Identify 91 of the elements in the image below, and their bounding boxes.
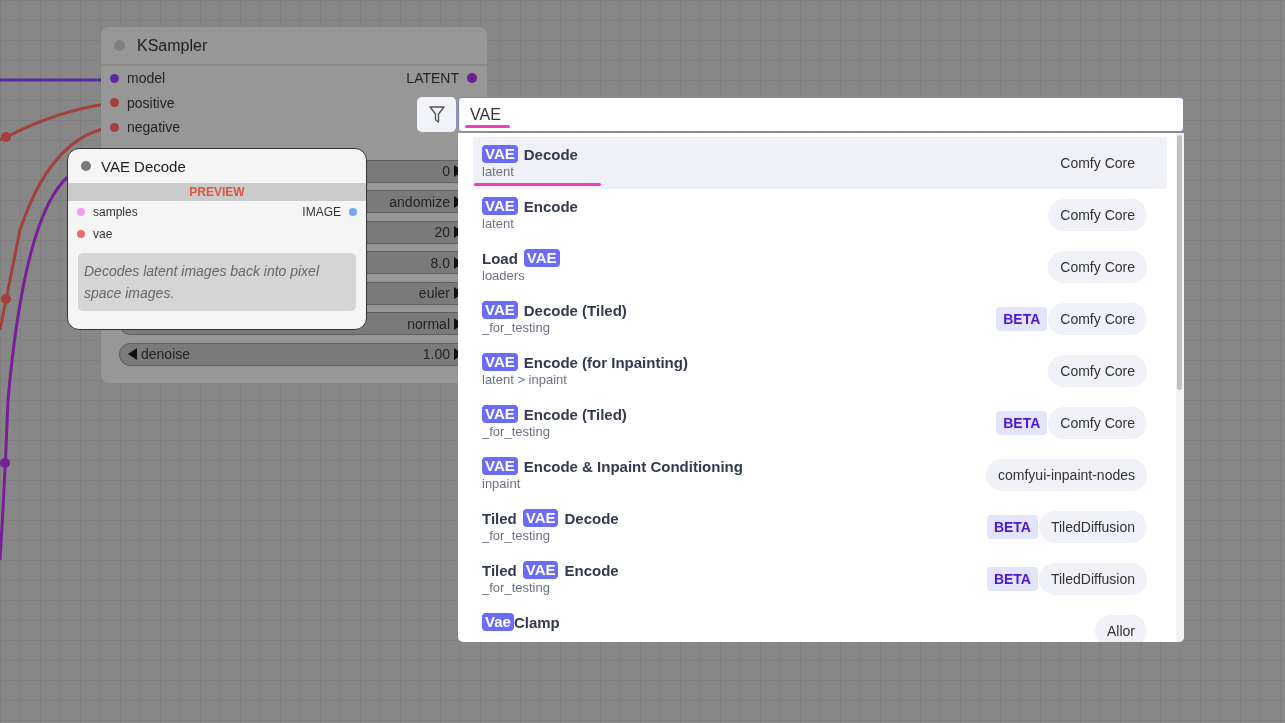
output-label: LATENT [406,70,459,87]
input-slot-dot[interactable] [110,73,119,83]
input-slot-dot[interactable] [110,98,119,108]
result-name: Decode (Tiled) [523,301,627,319]
result-category: _for_testing [482,424,551,439]
source-tag: Comfy Core [1048,199,1147,231]
result-item[interactable]: Tiled VAE Encode _for_testing BETA TiledDiffusion [473,553,1167,605]
result-item[interactable]: VAE Encode latent Comfy Core [473,189,1167,241]
result-category: _for_testing [482,528,551,543]
result-item[interactable]: Load VAE loaders Comfy Core [473,241,1167,293]
input-slot-dot[interactable] [77,230,85,238]
result-name: Encode [523,197,578,215]
result-item[interactable]: VAE Decode (Tiled) _for_testing BETA Comfy Core [473,293,1167,345]
input-label: negative [127,119,180,136]
match-highlight: VAE [482,353,518,371]
widget-value: 8.0 [430,254,450,271]
input-label: vae [93,227,113,241]
match-highlight: VAE [523,249,560,267]
preview-label: PREVIEW [189,185,245,199]
match-highlight: VAE [482,145,518,163]
result-name: Decode [523,145,578,163]
result-name: Clamp [513,613,560,631]
widget-value: euler [418,285,450,301]
result-name: Tiled [482,561,517,579]
widget-label: denoise [141,346,191,362]
result-name: Encode (for Inpainting) [523,353,688,371]
source-tag: Comfy Core [1048,407,1147,439]
widget-value: normal [407,315,450,332]
result-item[interactable]: VAE Encode (for Inpainting) latent > inpaint Comfy Core [473,345,1167,397]
result-item[interactable]: VAE Encode (Tiled) _for_testing BETA Comfy Core [473,397,1167,449]
match-highlight: VAE [482,405,518,423]
result-item[interactable]: VAE Encode & Inpaint Conditioning inpaint comfyui-inpaint-nodes [473,449,1167,501]
result-category: latent [482,164,515,179]
node-canvas[interactable] [0,0,1285,723]
source-tag: Allor [1095,615,1147,642]
left-arrow-icon[interactable] [128,348,137,360]
match-highlight: VAE [482,301,518,319]
match-highlight: VAE [522,561,559,579]
node-status-dot [81,161,91,171]
beta-badge: BETA [996,411,1048,435]
output-slot-dot[interactable] [467,73,477,84]
beta-badge: BETA [986,515,1038,539]
input-label: model [127,70,166,87]
widget-value: 1.00 [422,346,450,362]
input-slot-dot[interactable] [77,208,85,216]
match-highlight: Vae [482,613,514,631]
output-slot-dot[interactable] [349,208,357,216]
result-name: Encode [564,561,619,579]
node-card[interactable]: VAE Decode PREVIEW samples IMAGE vae Decodes latent images back into pixel space images. [67,148,367,330]
node-status-dot [114,40,125,51]
result-category: _for_testing [482,320,551,335]
result-name: Load [482,249,518,267]
beta-badge: BETA [996,307,1048,331]
result-item[interactable]: Vae Clamp Allor [473,605,1167,642]
match-highlight: VAE [522,509,559,527]
output-label: IMAGE [302,205,341,219]
node-title: KSampler [137,36,208,55]
result-category: loaders [482,268,526,283]
source-tag: comfyui-inpaint-nodes [986,459,1147,491]
result-name: Tiled [482,509,517,527]
widget-value: 20 [434,224,450,240]
result-name: Decode [564,509,619,527]
match-highlight: VAE [482,457,518,475]
result-item[interactable]: Tiled VAE Decode _for_testing BETA TiledDiffusion [473,501,1167,553]
source-tag: Comfy Core [1048,251,1147,283]
result-category: inpaint [482,476,522,491]
node-title: VAE Decode [101,157,186,175]
source-tag: Comfy Core [1048,303,1147,335]
source-tag: TiledDiffusion [1038,511,1147,543]
source-tag: Comfy Core [1048,147,1147,179]
result-item[interactable]: VAE Decode latent Comfy Core [473,137,1167,189]
filter-button[interactable] [417,97,456,132]
input-slot-dot[interactable] [110,122,119,132]
search-field[interactable]: VAE [458,97,1184,132]
beta-badge: BETA [986,567,1038,591]
source-tag: Comfy Core [1048,355,1147,387]
input-label: samples [93,205,138,219]
result-category: latent [482,216,515,231]
filter-icon [428,106,445,123]
widget-value: andomize [389,193,450,210]
match-highlight: VAE [482,197,518,215]
input-label: positive [127,94,175,111]
node-description: Decodes latent images back into pixel space images. [78,253,356,311]
widget-value: 0 [442,163,450,179]
scrollbar[interactable] [1176,133,1184,642]
result-category: _for_testing [482,580,551,595]
result-name: Encode & Inpaint Conditioning [523,457,743,475]
underline-mark [465,125,510,128]
result-name: Encode (Tiled) [523,405,627,423]
result-category: latent > inpaint [482,372,568,387]
source-tag: TiledDiffusion [1038,563,1147,595]
